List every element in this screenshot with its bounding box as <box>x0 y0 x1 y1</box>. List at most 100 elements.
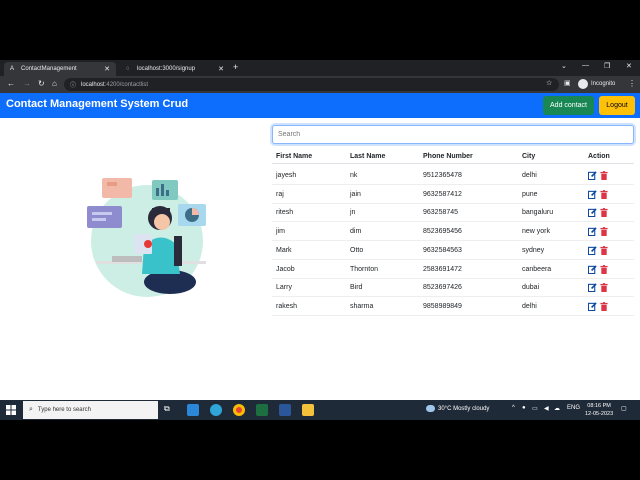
weather-widget[interactable]: 30°C Mostly cloudy <box>426 405 489 412</box>
minimize-icon[interactable]: — <box>582 62 589 69</box>
city-cell: canbeera <box>522 265 552 273</box>
delete-icon[interactable] <box>600 245 608 255</box>
city-cell: bangaluru <box>522 209 554 217</box>
first-name-cell: Mark <box>276 246 292 254</box>
table-row: Mark Otto 9632584563 sydney <box>272 242 634 260</box>
phone-cell: 2583691472 <box>423 265 462 273</box>
tab-search-icon[interactable]: ⌄ <box>561 62 567 70</box>
network-icon[interactable]: ▭ <box>532 405 538 412</box>
incognito-badge[interactable]: Incognito <box>578 79 615 89</box>
url-bar[interactable]: ⓘ localhost:4200/contactlist <box>64 78 559 91</box>
edit-icon[interactable] <box>588 190 597 199</box>
row-divider <box>272 314 634 316</box>
angular-favicon-icon: A <box>10 65 15 72</box>
taskbar-search-placeholder: Type here to search <box>37 407 91 413</box>
window-close-icon[interactable]: ✕ <box>626 62 632 70</box>
incognito-icon <box>578 79 588 89</box>
last-name-cell: nk <box>350 172 358 179</box>
chrome-icon[interactable] <box>233 404 245 416</box>
edit-icon[interactable] <box>588 246 597 255</box>
table-row: Larry Bird 8523697426 dubai <box>272 279 634 298</box>
tab-close-icon[interactable]: ✕ <box>104 65 110 73</box>
edit-icon[interactable] <box>588 227 597 237</box>
new-tab-icon[interactable]: + <box>233 62 238 72</box>
city-cell: pune <box>522 190 538 198</box>
onedrive-icon[interactable]: ☁ <box>554 405 560 412</box>
delete-icon[interactable] <box>600 171 608 180</box>
phone-cell: 9632587412 <box>423 190 462 198</box>
tab-signup[interactable]: ◌ localhost:3000/signup ✕ <box>120 62 230 76</box>
back-icon[interactable]: ← <box>7 79 15 88</box>
edit-icon[interactable] <box>588 171 597 180</box>
last-name-cell: jn <box>350 209 356 217</box>
side-panel-icon[interactable]: ▣ <box>564 79 571 87</box>
logout-button[interactable]: Logout <box>599 96 635 115</box>
volume-icon[interactable]: ◀ <box>544 405 549 412</box>
home-icon[interactable]: ⌂ <box>52 79 57 88</box>
last-name-cell: Bird <box>350 284 363 292</box>
city-cell: new york <box>522 228 551 236</box>
edit-icon[interactable] <box>588 264 597 274</box>
col-header-action: Action <box>588 153 610 160</box>
windows-taskbar: ⌕ Type here to search ⧉ 30°C Mostly clou… <box>0 400 640 420</box>
search-input[interactable] <box>272 125 634 144</box>
delete-icon[interactable] <box>600 264 608 274</box>
windows-start-icon[interactable] <box>6 405 16 415</box>
notifications-icon[interactable]: ▢ <box>621 405 627 412</box>
screen: A ContactManagement ✕ ◌ localhost:3000/s… <box>0 60 640 420</box>
delete-icon[interactable] <box>600 208 608 218</box>
cloudy-icon <box>426 405 435 412</box>
delete-icon[interactable] <box>600 227 608 237</box>
table-row: rakesh sharma 9858989849 delhi <box>272 298 634 316</box>
excel-icon[interactable] <box>256 404 268 416</box>
address-bar-row: ← → ↻ ⌂ ⓘ localhost:4200/contactlist ☆ ▣… <box>0 76 640 93</box>
phone-cell: 8523697426 <box>423 284 462 292</box>
clock-date: 12-05-2023 <box>585 411 614 417</box>
search-icon: ⌕ <box>29 406 33 413</box>
tray-chevron-icon[interactable]: ^ <box>512 405 515 411</box>
letterbox-top <box>0 0 640 60</box>
first-name-cell: raj <box>276 190 284 198</box>
add-contact-button[interactable]: Add contact <box>543 96 594 115</box>
header-divider <box>272 163 634 164</box>
forward-icon[interactable]: → <box>23 79 31 88</box>
reload-icon[interactable]: ↻ <box>38 79 45 88</box>
menu-kebab-icon[interactable]: ⋮ <box>628 79 636 88</box>
tab-contact-management[interactable]: A ContactManagement ✕ <box>4 62 116 76</box>
first-name-cell: rakesh <box>276 302 298 310</box>
first-name-cell: ritesh <box>276 209 294 217</box>
edit-icon[interactable] <box>588 283 597 293</box>
system-clock[interactable]: 08:16 PM 12-05-2023 <box>585 402 613 418</box>
app-title: Contact Management System Crud <box>6 98 189 110</box>
edge-icon[interactable] <box>210 404 222 416</box>
info-icon[interactable]: ⓘ <box>70 80 76 89</box>
city-cell: delhi <box>522 302 537 310</box>
phone-cell: 9632584563 <box>423 246 462 254</box>
last-name-cell: jain <box>350 190 361 198</box>
city-cell: delhi <box>522 172 537 179</box>
incognito-label: Incognito <box>591 81 616 87</box>
delete-icon[interactable] <box>600 189 608 199</box>
last-name-cell: Otto <box>350 246 364 254</box>
col-header-city: City <box>522 153 536 160</box>
microphone-icon[interactable]: ● <box>522 405 526 411</box>
phone-cell: 9512365478 <box>423 172 462 179</box>
edit-icon[interactable] <box>588 208 597 218</box>
tab-close-icon[interactable]: ✕ <box>218 65 224 73</box>
globe-favicon-icon: ◌ <box>126 65 130 72</box>
table-row: jayesh nk 9512365478 delhi <box>272 167 634 185</box>
word-icon[interactable] <box>279 404 291 416</box>
delete-icon[interactable] <box>600 301 608 311</box>
task-view-icon[interactable]: ⧉ <box>164 404 176 416</box>
file-explorer-icon[interactable] <box>302 404 314 416</box>
tab-label: ContactManagement <box>21 66 77 72</box>
bookmark-star-icon[interactable]: ☆ <box>546 79 552 87</box>
language-indicator[interactable]: ENG <box>567 405 580 411</box>
taskbar-search-box[interactable]: ⌕ Type here to search <box>23 401 158 419</box>
city-cell: sydney <box>522 246 545 254</box>
first-name-cell: Larry <box>276 284 292 292</box>
vscode-icon[interactable] <box>187 404 199 416</box>
edit-icon[interactable] <box>588 302 597 311</box>
delete-icon[interactable] <box>600 283 608 293</box>
restore-icon[interactable]: ❐ <box>604 62 610 70</box>
